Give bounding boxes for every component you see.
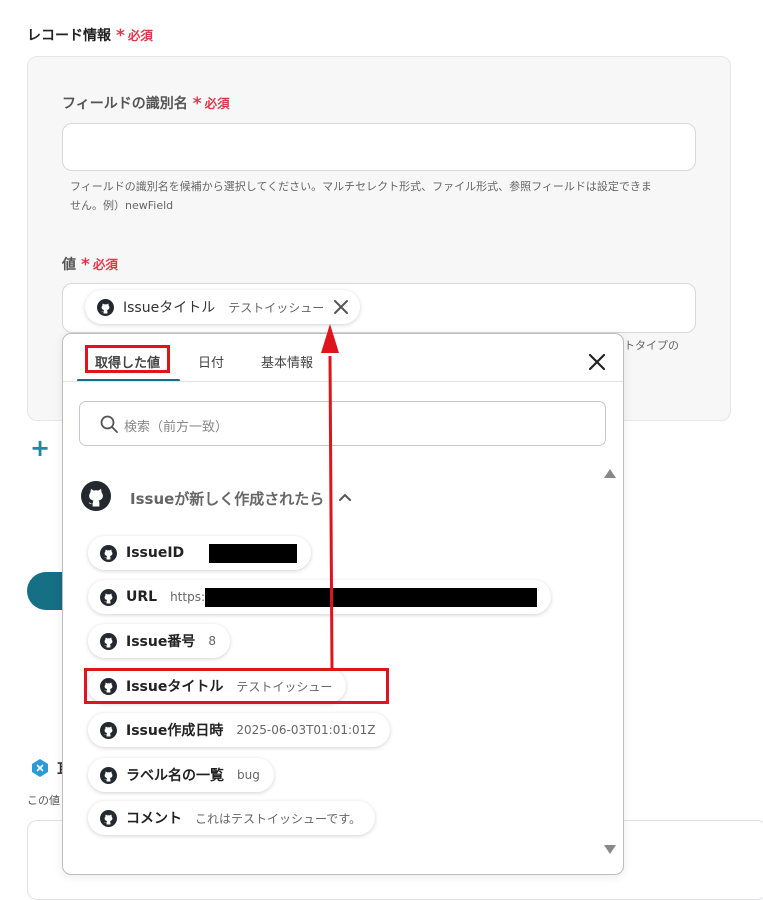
annotation-arrow xyxy=(321,324,339,669)
